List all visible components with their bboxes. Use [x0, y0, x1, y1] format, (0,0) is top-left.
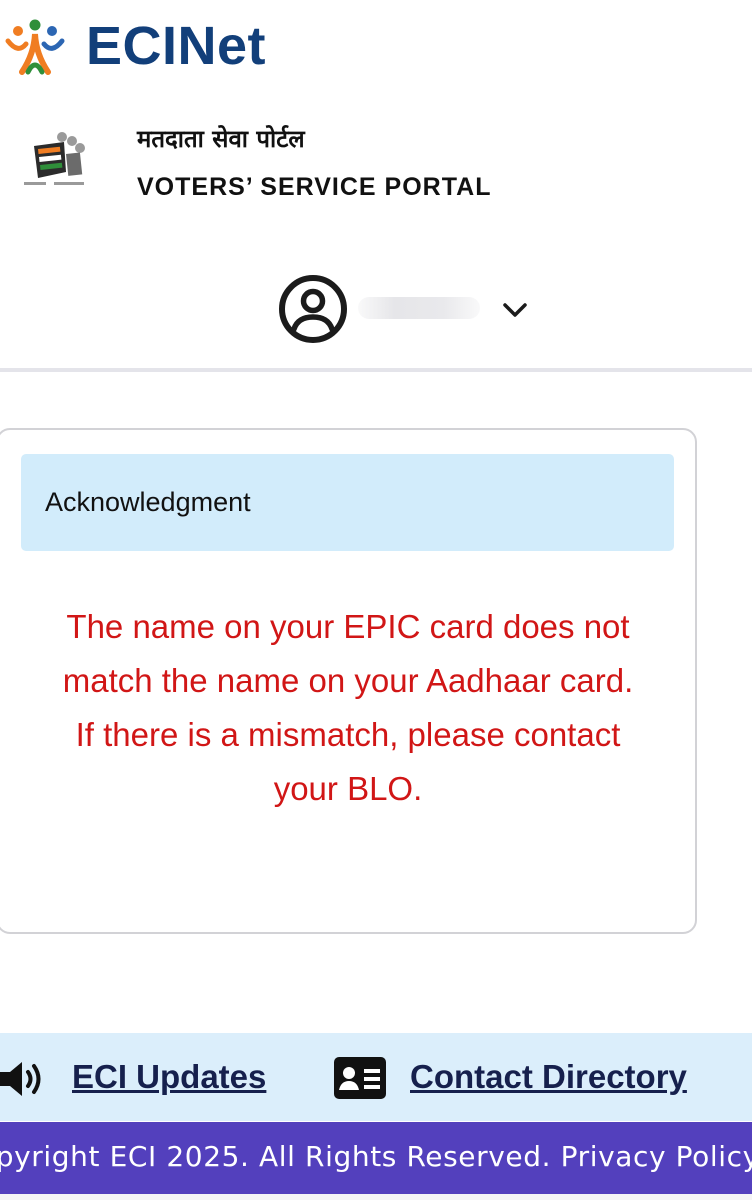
header-divider: [0, 368, 752, 372]
brand-bar: ECINet: [0, 0, 752, 95]
bottom-strip: [0, 1194, 752, 1200]
acknowledgment-message: The name on your EPIC card does not matc…: [62, 608, 634, 807]
eci-updates-link[interactable]: ECI Updates: [72, 1057, 266, 1097]
contact-directory-link[interactable]: Contact Directory: [410, 1057, 687, 1097]
user-name-redacted[interactable]: [358, 297, 480, 319]
chevron-down-icon[interactable]: [500, 295, 530, 325]
brand-name: ECINet: [86, 16, 267, 76]
contact-card-icon: [334, 1057, 386, 1099]
portal-title-english: VOTERS’ SERVICE PORTAL: [137, 173, 492, 201]
portal-title-hindi: मतदाता सेवा पोर्टल: [137, 125, 305, 153]
acknowledgment-header: Acknowledgment: [21, 454, 674, 551]
acknowledgment-title: Acknowledgment: [45, 487, 251, 517]
copyright-text: opyright ECI 2025. All Rights Reserved.: [0, 1140, 552, 1173]
portal-header: मतदाता सेवा पोर्टल VOTERS’ SERVICE PORTA…: [0, 110, 752, 220]
copyright-line: opyright ECI 2025. All Rights Reserved. …: [0, 1139, 752, 1175]
copyright-bar: opyright ECI 2025. All Rights Reserved. …: [0, 1122, 752, 1194]
privacy-policy-link[interactable]: Privacy Policy: [561, 1140, 752, 1173]
footer-links-bar: ECI Updates Contact Directory: [0, 1033, 752, 1121]
acknowledgment-card: Acknowledgment The name on your EPIC car…: [0, 428, 697, 934]
user-menu[interactable]: [0, 265, 752, 355]
eci-people-logo-icon: [5, 19, 65, 75]
voters-service-portal-page: ECINet मतदाता सेवा पोर्टल VOTERS’ SERVIC…: [0, 0, 752, 1200]
eci-ballot-emblem-icon: [24, 132, 85, 185]
user-circle-icon[interactable]: [278, 274, 348, 344]
speaker-icon: [0, 1062, 41, 1096]
